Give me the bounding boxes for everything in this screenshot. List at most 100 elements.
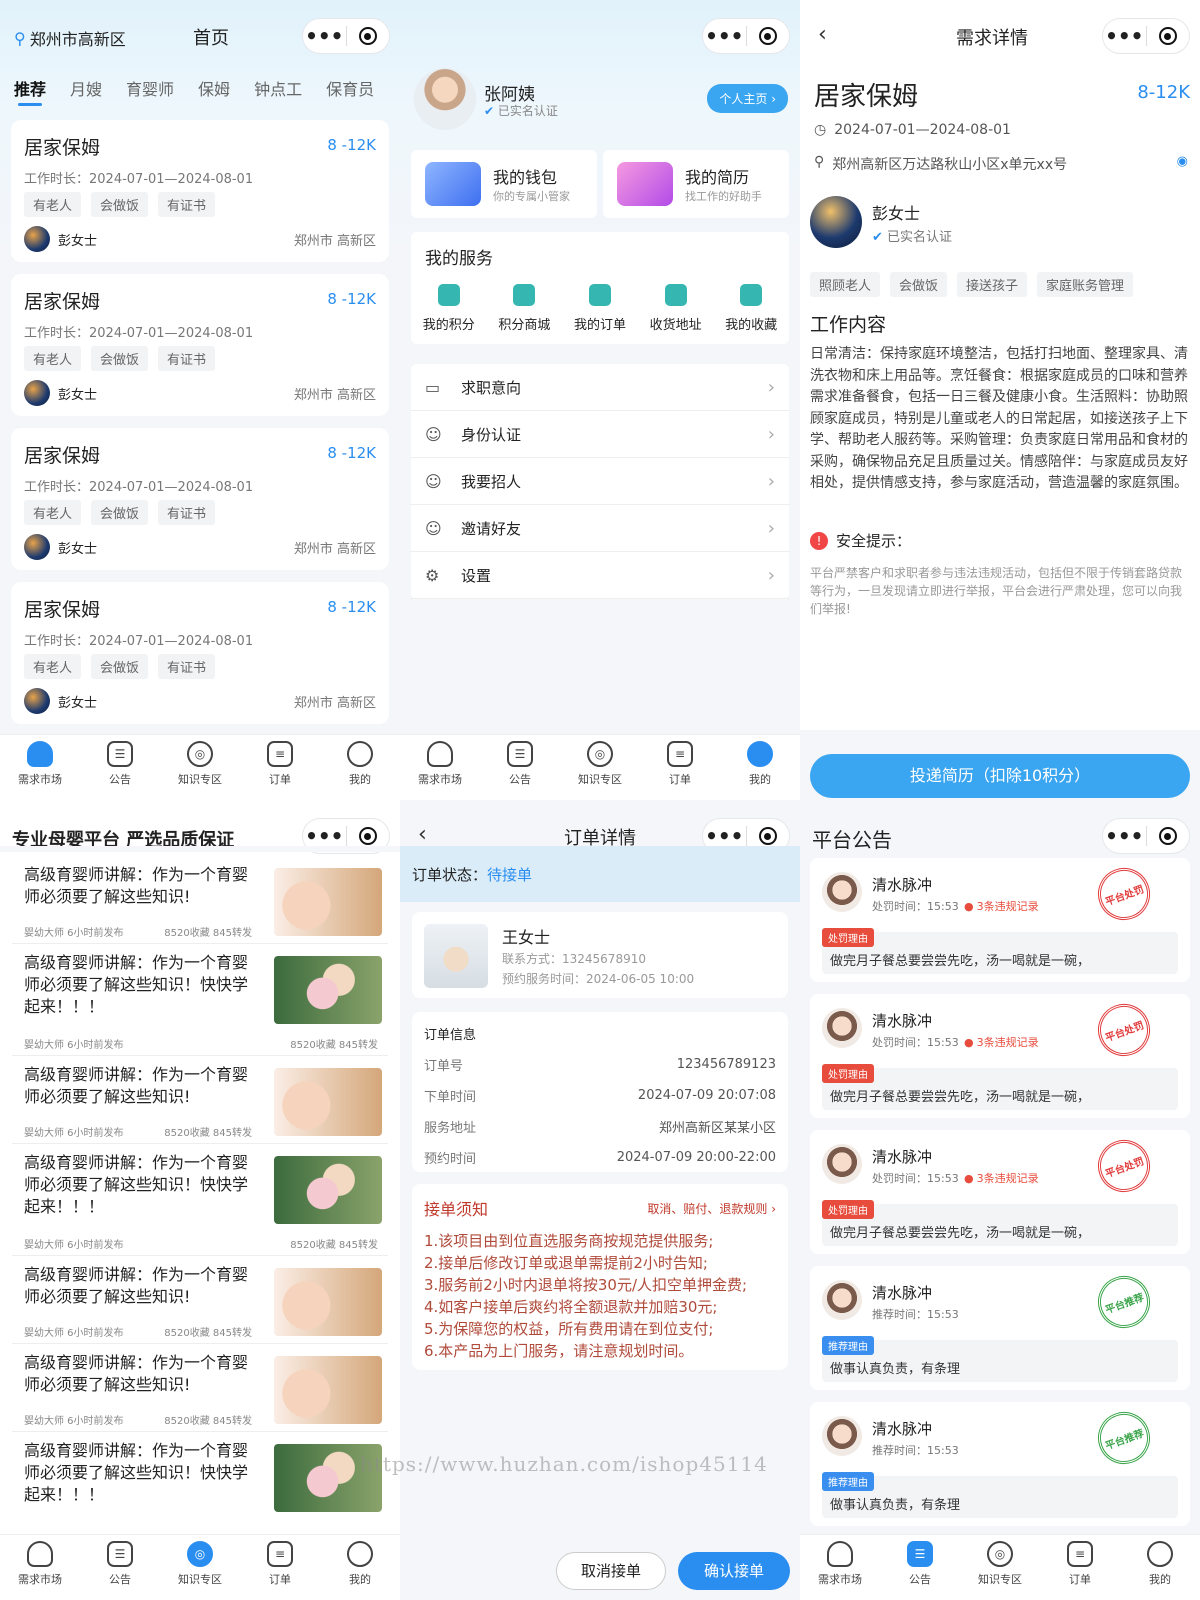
tabbar-item[interactable]: ≡ 订单 <box>240 735 320 800</box>
tab-3[interactable]: 保姆 <box>198 76 230 100</box>
home-icon <box>27 741 53 767</box>
tab-0[interactable]: 推荐 <box>14 76 46 106</box>
resume-card[interactable]: 我的简历 找工作的好助手 <box>603 150 789 218</box>
avatar[interactable] <box>414 68 476 130</box>
article-item[interactable]: 高级育婴师讲解：作为一个育婴师必须要了解这些知识！快快学起来！！！ 婴幼大师 6小… <box>12 944 388 1056</box>
screens-grid: ⚲ 郑州市高新区 首页 ••• 推荐 月嫂 育婴师 保姆 钟点工 保育员 居家保姆 8 -1… <box>0 0 1200 1600</box>
service-item[interactable]: 积分商城 <box>487 284 563 333</box>
seal-stamp-icon: 平台推荐 <box>1090 1404 1158 1472</box>
article-item[interactable]: 高级育婴师讲解：作为一个育婴师必须要了解这些知识! 婴幼大师 6小时前发布 8520… <box>12 1256 388 1344</box>
tabbar-item[interactable]: ☰ 公告 <box>80 1535 160 1600</box>
article-item[interactable]: 高级育婴师讲解：作为一个育婴师必须要了解这些知识! 婴幼大师 6小时前发布 8520… <box>12 856 388 944</box>
job-city: 郑州市 高新区 <box>293 388 376 403</box>
announce-name: 清水脉冲 <box>872 876 933 894</box>
tab-5[interactable]: 保育员 <box>326 76 374 100</box>
tabbar-item[interactable]: ≡ 订单 <box>640 735 720 800</box>
map-pin-icon[interactable]: ◉ <box>1177 154 1188 169</box>
service-item[interactable]: 收货地址 <box>638 284 714 333</box>
menu-item[interactable]: ☺ 我要招人 › <box>411 458 789 505</box>
job-card[interactable]: 居家保姆 8 -12K 工作时长：2024-07-01—2024-08-01 有老人会… <box>11 274 389 416</box>
announce-card[interactable]: 清水脉冲处罚时间：15:53 3条违规记录 平台处罚处罚理由做完月子餐总要尝尝先吃，… <box>810 1130 1190 1254</box>
job-card[interactable]: 居家保姆 8 -12K 工作时长：2024-07-01—2024-08-01 有老人会… <box>11 582 389 724</box>
article-item[interactable]: 高级育婴师讲解：作为一个育婴师必须要了解这些知识！快快学起来！！！ <box>12 1432 388 1544</box>
back-chevron-icon[interactable]: ‹ <box>818 22 827 47</box>
mini-program-capsule[interactable]: ••• <box>702 18 790 54</box>
article-stats: 8520收藏 845转发 <box>164 1416 252 1427</box>
menu-item[interactable]: ☺ 邀请好友 › <box>411 505 789 552</box>
mini-program-capsule[interactable]: ••• <box>1102 818 1190 854</box>
announce-card[interactable]: 清水脉冲处罚时间：15:53 3条违规记录 平台处罚处罚理由做完月子餐总要尝尝先吃，… <box>810 994 1190 1118</box>
submit-resume-button[interactable]: 投递简历（扣除10积分） <box>810 754 1190 798</box>
menu-item[interactable]: ☺ 身份认证 › <box>411 411 789 458</box>
order-row-value: 123456789123 <box>676 1057 776 1072</box>
tabbar-item[interactable]: 我的 <box>320 735 400 800</box>
order-screen: ‹ 订单详情 ••• 订单状态：待接单 王女士 联系方式：13245678910… <box>400 800 800 1600</box>
tabbar-item[interactable]: 我的 <box>1120 1535 1200 1600</box>
tabbar-item[interactable]: ≡ 订单 <box>1040 1535 1120 1600</box>
mini-program-capsule[interactable]: ••• <box>302 18 390 54</box>
tabbar-item[interactable]: ☰ 公告 <box>80 735 160 800</box>
tabbar-item[interactable]: ☰ 公告 <box>480 735 560 800</box>
article-title: 高级育婴师讲解：作为一个育婴师必须要了解这些知识！快快学起来！！！ <box>24 1441 249 1504</box>
mini-program-capsule[interactable]: ••• <box>1102 18 1190 54</box>
service-item[interactable]: 我的订单 <box>562 284 638 333</box>
tabbar-item[interactable]: 需求市场 <box>0 1535 80 1600</box>
close-circle-icon[interactable] <box>747 27 790 45</box>
tabbar-item[interactable]: ◎ 知识专区 <box>960 1535 1040 1600</box>
tabbar-item[interactable]: ≡ 订单 <box>240 1535 320 1600</box>
tab-4[interactable]: 钟点工 <box>254 76 302 100</box>
avatar[interactable] <box>810 196 862 248</box>
job-card[interactable]: 居家保姆 8 -12K 工作时长：2024-07-01—2024-08-01 有老人会… <box>11 120 389 262</box>
announce-card[interactable]: 清水脉冲 推荐时间：15:53 平台推荐 推荐理由 做事认真负责，有条理 <box>810 1266 1190 1390</box>
menu-item[interactable]: ⚙ 设置 › <box>411 552 789 599</box>
job-tag: 有证书 <box>158 654 216 679</box>
notice-line: 4.如客户接单后爽约将全额退款并加赔30元; <box>424 1298 718 1316</box>
service-item[interactable]: 我的收藏 <box>713 284 789 333</box>
more-dots-icon[interactable]: ••• <box>1103 819 1146 853</box>
article-item[interactable]: 高级育婴师讲解：作为一个育婴师必须要了解这些知识! 婴幼大师 6小时前发布 8520… <box>12 1344 388 1432</box>
close-circle-icon[interactable] <box>347 27 390 45</box>
tabbar-item[interactable]: 需求市场 <box>800 1535 880 1600</box>
confirm-order-button[interactable]: 确认接单 <box>678 1552 790 1590</box>
job-tags: 有老人 会做饭 有证书 <box>24 500 216 525</box>
reason-label: 处罚理由 <box>822 1200 874 1219</box>
more-dots-icon[interactable]: ••• <box>703 19 746 53</box>
article-item[interactable]: 高级育婴师讲解：作为一个育婴师必须要了解这些知识! 婴幼大师 6小时前发布 8520… <box>12 1056 388 1144</box>
announce-card[interactable]: 清水脉冲 推荐时间：15:53 平台推荐 推荐理由 做事认真负责，有条理 <box>810 1402 1190 1526</box>
tabbar-item[interactable]: 需求市场 <box>400 735 480 800</box>
job-city: 郑州市 高新区 <box>293 542 376 557</box>
job-card[interactable]: 居家保姆 8 -12K 工作时长：2024-07-01—2024-08-01 有老人会… <box>11 428 389 570</box>
cancel-order-button[interactable]: 取消接单 <box>556 1552 666 1590</box>
tabbar-item[interactable]: ◎ 知识专区 <box>560 735 640 800</box>
refund-rules-link[interactable]: 取消、赔付、退款规则 › <box>647 1200 776 1217</box>
close-circle-icon[interactable] <box>1147 27 1190 45</box>
home-icon <box>27 1541 53 1567</box>
menu-label: 邀请好友 <box>461 519 522 538</box>
announce-card[interactable]: 清水脉冲处罚时间：15:53 3条违规记录 平台处罚处罚理由做完月子餐总要尝尝先吃，… <box>810 858 1190 982</box>
tab-1[interactable]: 月嫂 <box>70 76 102 100</box>
location-selector[interactable]: ⚲ 郑州市高新区 <box>14 26 126 50</box>
tabbar-item[interactable]: 我的 <box>320 1535 400 1600</box>
close-circle-icon[interactable] <box>1147 827 1190 845</box>
profile-home-button[interactable]: 个人主页 › <box>707 84 788 113</box>
tabbar-item[interactable]: 需求市场 <box>0 735 80 800</box>
employer-name: 彭女士 <box>58 387 98 403</box>
back-chevron-icon[interactable]: ‹ <box>418 822 427 847</box>
bottom-tabbar: 需求市场 ☰ 公告 ◎ 知识专区 ≡ 订单 我的 <box>800 1534 1200 1600</box>
tabbar-item[interactable]: ◎ 知识专区 <box>160 735 240 800</box>
close-circle-icon[interactable] <box>747 827 790 845</box>
more-dots-icon[interactable]: ••• <box>1103 19 1146 53</box>
menu-item[interactable]: ▭ 求职意向 › <box>411 364 789 411</box>
service-item[interactable]: 我的积分 <box>411 284 487 333</box>
gear-icon: ⚙ <box>425 565 440 585</box>
article-item[interactable]: 高级育婴师讲解：作为一个育婴师必须要了解这些知识！快快学起来！！！ 婴幼大师 6小… <box>12 1144 388 1256</box>
job-date-row: ◷ 2024-07-01—2024-08-01 <box>814 122 1011 138</box>
job-city: 郑州市 高新区 <box>293 696 376 711</box>
tabbar-item[interactable]: ◎ 知识专区 <box>160 1535 240 1600</box>
more-dots-icon[interactable]: ••• <box>303 19 346 53</box>
tabbar-item[interactable]: 我的 <box>720 735 800 800</box>
close-circle-icon[interactable] <box>347 827 390 845</box>
tab-2[interactable]: 育婴师 <box>126 76 174 100</box>
wallet-card[interactable]: 我的钱包 你的专属小管家 <box>411 150 597 218</box>
tabbar-item[interactable]: ☰ 公告 <box>880 1535 960 1600</box>
